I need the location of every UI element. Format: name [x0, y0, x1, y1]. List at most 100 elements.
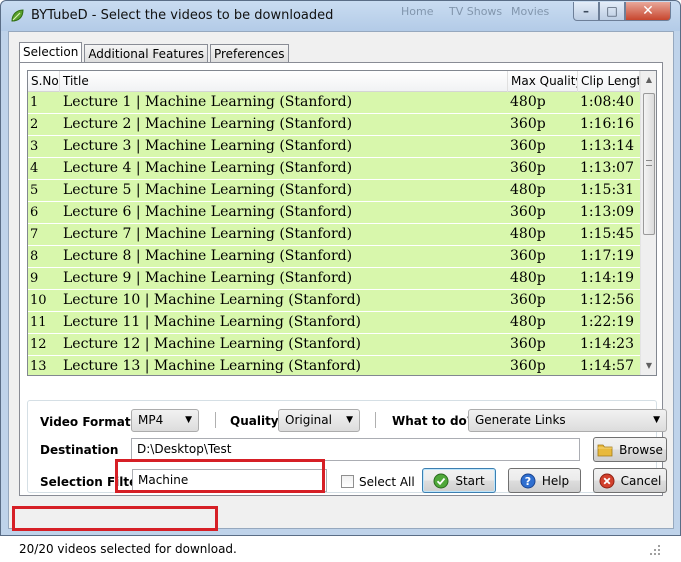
row-title: Lecture 2 | Machine Learning (Stanford) — [63, 116, 353, 132]
tab-additional-features[interactable]: Additional Features — [84, 44, 208, 63]
cancel-button[interactable]: Cancel — [593, 468, 667, 493]
quality-value: Original — [285, 413, 332, 427]
select-all-label[interactable]: Select All — [359, 475, 415, 489]
scroll-down-arrow-icon[interactable]: ▼ — [644, 361, 654, 371]
action-value: Generate Links — [475, 413, 566, 427]
row-title: Lecture 13 | Machine Learning (Stanford) — [63, 358, 362, 374]
row-title: Lecture 12 | Machine Learning (Stanford) — [63, 336, 362, 352]
maximize-button[interactable]: □ — [599, 2, 625, 21]
tab-strip: Selection Additional Features Preference… — [19, 42, 291, 63]
column-header-title[interactable]: Title — [60, 71, 508, 92]
browse-button[interactable]: Browse — [593, 437, 667, 462]
highlight-box-filter — [115, 459, 325, 493]
vertical-scrollbar[interactable]: ▲ ▼ — [640, 71, 656, 375]
scroll-up-arrow-icon[interactable]: ▲ — [644, 75, 654, 85]
row-sno: 5 — [30, 183, 39, 198]
row-title: Lecture 7 | Machine Learning (Stanford) — [63, 226, 353, 242]
size-grip-icon[interactable] — [649, 544, 661, 556]
app-logo-icon — [11, 9, 24, 22]
table-row[interactable]: 2 Lecture 2 | Machine Learning (Stanford)… — [28, 114, 640, 136]
row-max-quality: 480p — [510, 182, 546, 198]
action-dropdown[interactable]: Generate Links ▼ — [468, 409, 667, 432]
close-button[interactable]: ✕ — [625, 2, 671, 21]
table-row[interactable]: 5 Lecture 5 | Machine Learning (Stanford)… — [28, 180, 640, 202]
table-row[interactable]: 12 Lecture 12 | Machine Learning (Stanfor… — [28, 334, 640, 356]
highlight-box-status — [12, 506, 218, 531]
start-button[interactable]: Start — [422, 468, 496, 493]
help-icon: ? — [520, 473, 536, 489]
start-label: Start — [455, 473, 485, 488]
video-format-label: Video Format — [40, 415, 131, 429]
row-clip-length: 1:08:40 — [580, 94, 634, 110]
column-header-clip-length[interactable]: Clip Length — [578, 71, 640, 92]
window-title: BYTubeD - Select the videos to be downlo… — [31, 8, 334, 23]
tab-selection[interactable]: Selection — [19, 42, 83, 63]
list-header: S.No Title Max Quality Clip Length — [28, 71, 640, 92]
row-max-quality: 480p — [510, 270, 546, 286]
row-title: Lecture 9 | Machine Learning (Stanford) — [63, 270, 353, 286]
column-header-max-quality[interactable]: Max Quality — [508, 71, 578, 92]
title-bar[interactable]: BYTubeD - Select the videos to be downlo… — [1, 1, 680, 31]
table-row[interactable]: 7 Lecture 7 | Machine Learning (Stanford)… — [28, 224, 640, 246]
dialog-client-area: Selection Additional Features Preference… — [8, 31, 674, 556]
help-button[interactable]: ? Help — [508, 468, 581, 493]
row-sno: 3 — [30, 139, 39, 154]
folder-icon — [597, 442, 613, 458]
row-title: Lecture 11 | Machine Learning (Stanford) — [63, 314, 362, 330]
quality-dropdown[interactable]: Original ▼ — [278, 409, 360, 432]
background-text: Home — [401, 5, 434, 18]
row-max-quality: 360p — [510, 160, 546, 176]
row-clip-length: 1:22:19 — [580, 314, 634, 330]
row-clip-length: 1:14:57 — [580, 358, 634, 374]
row-sno: 13 — [30, 359, 47, 374]
row-max-quality: 360p — [510, 204, 546, 220]
minimize-button[interactable]: – — [573, 2, 599, 21]
row-max-quality: 480p — [510, 94, 546, 110]
row-clip-length: 1:17:19 — [580, 248, 634, 264]
table-row[interactable]: 11 Lecture 11 | Machine Learning (Stanfor… — [28, 312, 640, 334]
video-list[interactable]: S.No Title Max Quality Clip Length 1 Lect… — [27, 70, 657, 376]
table-row[interactable]: 1 Lecture 1 | Machine Learning (Stanford)… — [28, 92, 640, 114]
row-max-quality: 360p — [510, 248, 546, 264]
row-max-quality: 360p — [510, 358, 546, 374]
row-title: Lecture 3 | Machine Learning (Stanford) — [63, 138, 353, 154]
row-clip-length: 1:14:19 — [580, 270, 634, 286]
table-row[interactable]: 9 Lecture 9 | Machine Learning (Stanford)… — [28, 268, 640, 290]
row-sno: 11 — [30, 315, 47, 330]
browse-label: Browse — [619, 442, 663, 457]
scrollbar-thumb[interactable] — [643, 93, 655, 235]
row-sno: 1 — [30, 95, 39, 110]
video-format-dropdown[interactable]: MP4 ▼ — [131, 409, 199, 432]
dropdown-arrow-icon: ▼ — [653, 415, 660, 425]
row-sno: 6 — [30, 205, 39, 220]
column-header-sno[interactable]: S.No — [28, 71, 60, 92]
row-max-quality: 360p — [510, 116, 546, 132]
tab-preferences[interactable]: Preferences — [209, 44, 289, 63]
separator — [215, 412, 216, 428]
table-row[interactable]: 8 Lecture 8 | Machine Learning (Stanford)… — [28, 246, 640, 268]
app-window: BYTubeD - Select the videos to be downlo… — [0, 0, 681, 556]
select-all-checkbox[interactable] — [341, 475, 354, 488]
quality-label: Quality — [230, 414, 279, 428]
row-clip-length: 1:13:14 — [580, 138, 634, 154]
table-row[interactable]: 3 Lecture 3 | Machine Learning (Stanford)… — [28, 136, 640, 158]
row-clip-length: 1:16:16 — [580, 116, 634, 132]
table-row[interactable]: 10 Lecture 10 | Machine Learning (Stanfor… — [28, 290, 640, 312]
row-title: Lecture 6 | Machine Learning (Stanford) — [63, 204, 353, 220]
row-sno: 12 — [30, 337, 47, 352]
destination-field[interactable]: D:\Desktop\Test — [131, 438, 580, 461]
row-max-quality: 360p — [510, 138, 546, 154]
row-clip-length: 1:14:23 — [580, 336, 634, 352]
row-clip-length: 1:15:31 — [580, 182, 634, 198]
table-row[interactable]: 4 Lecture 4 | Machine Learning (Stanford)… — [28, 158, 640, 180]
table-row[interactable]: 13 Lecture 13 | Machine Learning (Stanfor… — [28, 356, 640, 375]
dropdown-arrow-icon: ▼ — [185, 415, 192, 425]
table-row[interactable]: 6 Lecture 6 | Machine Learning (Stanford)… — [28, 202, 640, 224]
destination-label: Destination — [40, 443, 119, 457]
row-clip-length: 1:15:45 — [580, 226, 634, 242]
row-clip-length: 1:13:09 — [580, 204, 634, 220]
grip-icon — [646, 160, 652, 166]
what-to-do-label: What to do? — [392, 414, 474, 428]
row-title: Lecture 4 | Machine Learning (Stanford) — [63, 160, 353, 176]
svg-text:?: ? — [525, 475, 531, 488]
